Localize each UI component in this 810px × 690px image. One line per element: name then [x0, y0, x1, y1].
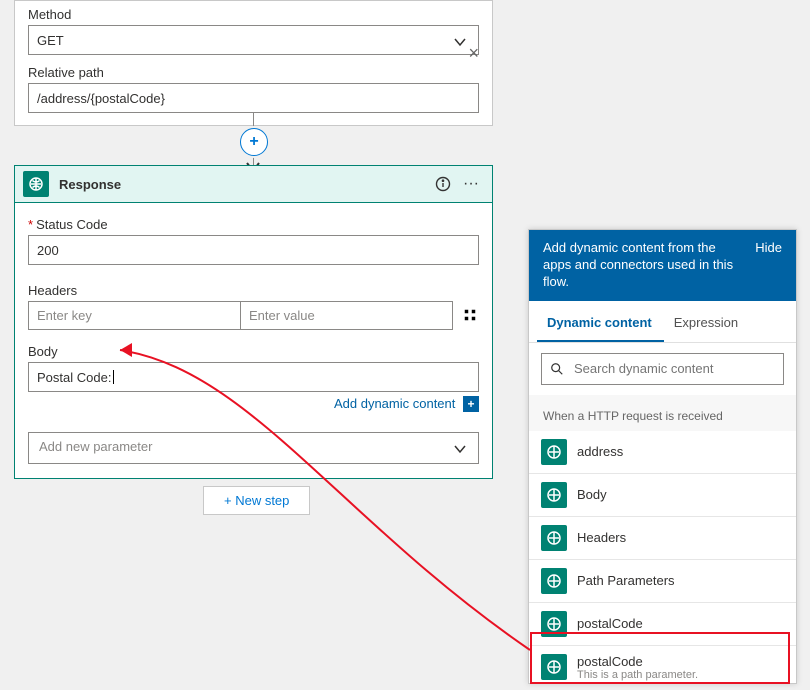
dynamic-panel-header-text: Add dynamic content from the apps and co… [543, 240, 743, 291]
headers-label: Headers [28, 283, 453, 298]
response-icon [23, 171, 49, 197]
globe-icon [541, 654, 567, 680]
http-request-card: Method × GET Relative path × /address/{p… [14, 0, 493, 126]
dynamic-search-wrap [529, 343, 796, 395]
close-icon[interactable]: × [468, 43, 479, 64]
response-header[interactable]: Response ··· [15, 166, 492, 203]
relpath-value: /address/{postalCode} [37, 91, 165, 106]
globe-icon [541, 439, 567, 465]
hide-link[interactable]: Hide [755, 240, 782, 257]
tab-dynamic-content[interactable]: Dynamic content [537, 305, 664, 342]
add-new-parameter-placeholder: Add new parameter [39, 439, 152, 454]
info-icon[interactable] [432, 173, 454, 195]
dynamic-item-path-parameters[interactable]: Path Parameters [529, 560, 796, 603]
dynamic-content-list[interactable]: When a HTTP request is received address … [529, 395, 796, 684]
dynamic-panel-tabs: Dynamic content Expression [529, 301, 796, 343]
chevron-down-icon [452, 34, 468, 53]
relpath-input[interactable]: /address/{postalCode} [28, 83, 479, 113]
globe-icon [541, 482, 567, 508]
chevron-down-icon [452, 441, 468, 460]
add-dynamic-content-plus-icon[interactable]: + [463, 396, 479, 412]
status-code-label: *Status Code [28, 217, 479, 232]
headers-value-input[interactable]: Enter value [240, 302, 452, 329]
response-title: Response [59, 177, 426, 192]
relpath-label: Relative path [28, 65, 479, 80]
body-input[interactable]: Postal Code: [28, 362, 479, 392]
add-dynamic-content-link[interactable]: Add dynamic content [334, 396, 455, 411]
method-select[interactable]: GET [28, 25, 479, 55]
dynamic-item-postalcode[interactable]: postalCode [529, 603, 796, 646]
method-row: Method × GET [28, 7, 479, 55]
response-body-section: *Status Code 200 Headers Enter key Enter… [15, 203, 492, 478]
dynamic-item-body[interactable]: Body [529, 474, 796, 517]
headers-row: Enter key Enter value [28, 301, 453, 330]
status-code-input[interactable]: 200 [28, 235, 479, 265]
method-value: GET [37, 33, 64, 48]
dynamic-search-input[interactable] [572, 360, 775, 377]
dynamic-group-title: When a HTTP request is received [529, 401, 796, 431]
body-label: Body [28, 344, 479, 359]
dynamic-panel-header: Add dynamic content from the apps and co… [529, 230, 796, 301]
dynamic-content-panel: Add dynamic content from the apps and co… [528, 229, 797, 684]
body-value: Postal Code: [37, 370, 111, 385]
globe-icon [541, 568, 567, 594]
panel-pointer [528, 367, 529, 391]
add-dynamic-content-line: Add dynamic content + [28, 396, 479, 412]
headers-key-input[interactable]: Enter key [29, 302, 240, 329]
globe-icon [541, 525, 567, 551]
connector: + [253, 112, 254, 167]
method-label: Method [28, 7, 479, 22]
globe-icon [541, 611, 567, 637]
search-icon [550, 362, 564, 376]
more-icon[interactable]: ··· [460, 173, 482, 195]
tab-expression[interactable]: Expression [664, 305, 750, 342]
headers-mode-toggle[interactable] [461, 300, 479, 330]
close-icon[interactable]: × [468, 0, 479, 6]
relpath-row: Relative path × /address/{postalCode} [28, 65, 479, 113]
new-step-button[interactable]: + New step [203, 486, 310, 515]
dynamic-search[interactable] [541, 353, 784, 385]
response-card: Response ··· *Status Code 200 Headers En… [14, 165, 493, 479]
dynamic-item-headers[interactable]: Headers [529, 517, 796, 560]
text-cursor [113, 370, 114, 384]
status-code-value: 200 [37, 243, 59, 258]
insert-step-button[interactable]: + [240, 128, 268, 156]
add-new-parameter-select[interactable]: Add new parameter [28, 432, 479, 464]
dynamic-item-address[interactable]: address [529, 431, 796, 474]
dynamic-item-postalcode-path[interactable]: postalCode This is a path parameter. [529, 646, 796, 684]
